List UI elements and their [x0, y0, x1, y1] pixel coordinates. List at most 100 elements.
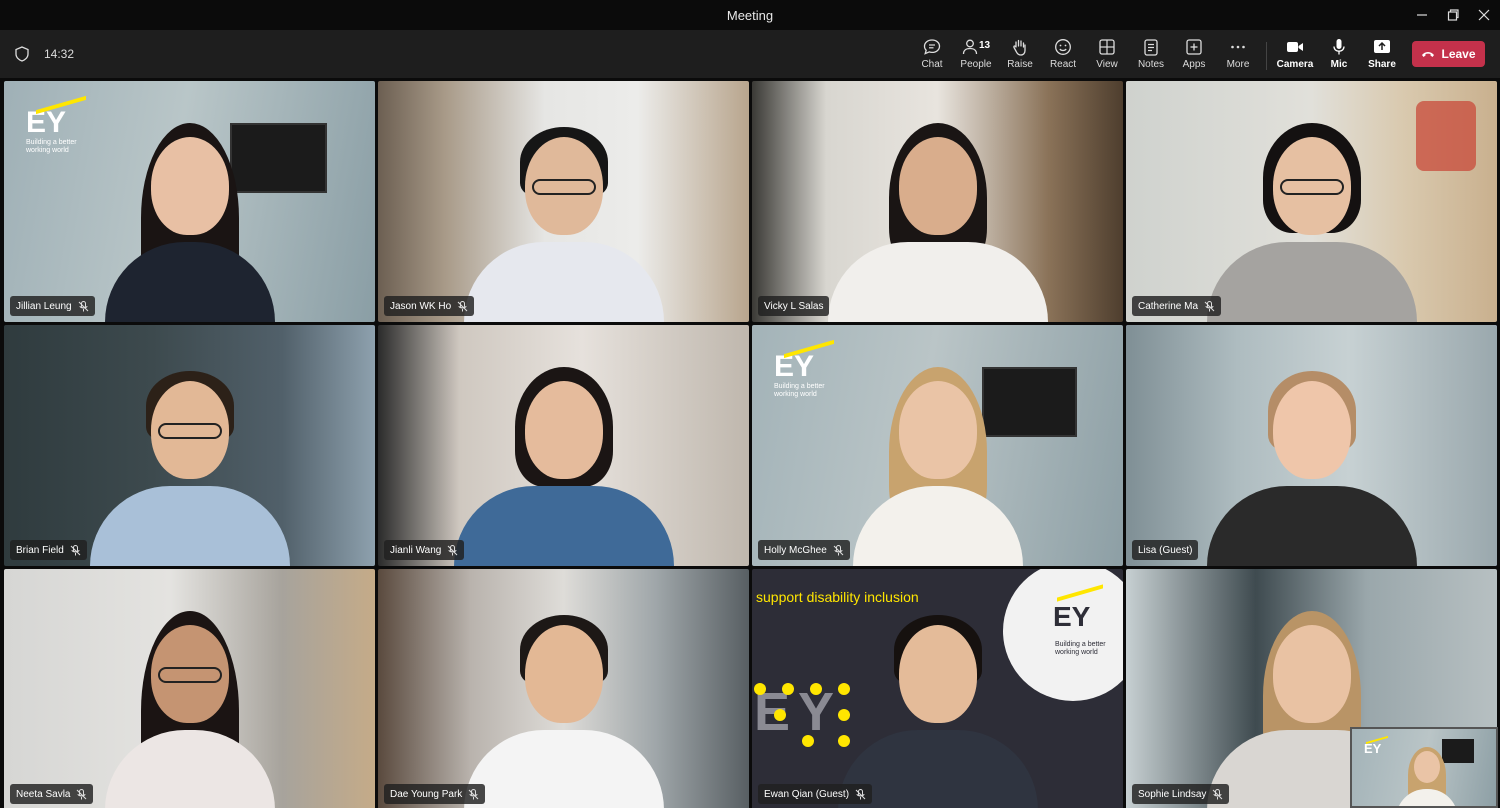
participant-video	[852, 341, 1023, 566]
participant-body	[453, 486, 674, 566]
mic-off-icon	[833, 544, 844, 555]
react-button[interactable]: React	[1041, 38, 1085, 74]
yellow-dot	[838, 709, 850, 721]
video-tile[interactable]: Vicky L Salas	[752, 81, 1123, 322]
video-tile[interactable]: Dae Young Park	[378, 569, 749, 808]
participant-name: Catherine Ma	[1138, 300, 1199, 312]
more-button[interactable]: More	[1216, 38, 1260, 74]
title-bar: Meeting	[0, 0, 1500, 30]
video-tile[interactable]: Jianli Wang	[378, 325, 749, 566]
wall-art	[1416, 101, 1476, 171]
video-tile[interactable]: Brian Field	[4, 325, 375, 566]
participant-body	[463, 730, 664, 808]
ellipsis-icon	[1231, 45, 1245, 49]
chat-icon	[923, 39, 941, 55]
participant-video	[463, 585, 664, 808]
ey-tagline: Building a better working world	[774, 383, 825, 398]
people-button[interactable]: 13 People	[954, 38, 998, 74]
mic-off-icon	[855, 788, 866, 799]
close-icon	[1478, 9, 1490, 21]
participant-video	[1206, 341, 1417, 566]
minimize-icon	[1417, 14, 1427, 16]
mic-label: Mic	[1330, 59, 1348, 70]
video-tile-active-speaker[interactable]: Lisa (Guest)	[1126, 325, 1497, 566]
video-tile[interactable]: Catherine Ma	[1126, 81, 1497, 322]
ey-logo: EY Building a better working world	[26, 95, 88, 155]
participant-name-tag: Jillian Leung	[10, 296, 95, 316]
react-label: React	[1049, 59, 1077, 70]
share-button[interactable]: Share	[1360, 38, 1404, 74]
people-count: 13	[979, 40, 991, 51]
mic-off-icon	[77, 788, 87, 799]
glasses	[1279, 179, 1344, 195]
mic-off-icon	[457, 300, 468, 311]
participant-name: Sophie Lindsay	[1138, 788, 1207, 800]
glasses	[157, 667, 222, 683]
participant-head	[898, 625, 977, 723]
yellow-dot	[838, 683, 850, 695]
apps-label: Apps	[1182, 59, 1206, 70]
leave-button[interactable]: Leave	[1412, 41, 1485, 67]
maximize-button[interactable]	[1437, 0, 1469, 30]
yellow-dot	[810, 683, 822, 695]
mic-off-icon	[1204, 300, 1215, 311]
participant-body	[1206, 486, 1417, 566]
video-tile[interactable]: Neeta Savla	[4, 569, 375, 808]
video-tile[interactable]: support disability inclusion EY EY Build…	[752, 569, 1123, 808]
people-icon	[962, 39, 978, 55]
participant-name-tag: Catherine Ma	[1132, 296, 1222, 316]
apps-button[interactable]: Apps	[1172, 38, 1216, 74]
participant-name-tag: Vicky L Salas	[758, 296, 830, 316]
video-tile[interactable]: EY Building a better working world Jilli…	[4, 81, 375, 322]
camera-button[interactable]: Camera	[1273, 38, 1317, 74]
participant-name-tag: Dae Young Park	[384, 784, 486, 804]
plus-square-icon	[1186, 39, 1202, 55]
ey-tagline: Building a better working world	[26, 139, 77, 154]
ey-logo: EY Building a better working world	[774, 339, 836, 399]
toolbar-divider	[1266, 42, 1267, 70]
participant-head	[898, 381, 977, 479]
participant-head	[150, 137, 229, 235]
participant-name: Ewan Qian (Guest)	[764, 788, 850, 800]
yellow-dot	[782, 683, 794, 695]
participant-name-tag: Jason WK Ho	[384, 296, 475, 316]
participant-name: Holly McGhee	[764, 544, 827, 556]
notes-label: Notes	[1137, 59, 1165, 70]
wall-picture	[1442, 739, 1474, 763]
participant-video	[104, 585, 275, 808]
yellow-dot	[774, 709, 786, 721]
leave-label: Leave	[1441, 47, 1476, 61]
glasses	[531, 179, 596, 195]
participant-head	[898, 137, 977, 235]
mic-button[interactable]: Mic	[1317, 38, 1361, 74]
restore-icon	[1447, 9, 1459, 21]
minimize-button[interactable]	[1406, 0, 1438, 30]
shield-icon	[15, 46, 29, 62]
view-button[interactable]: View	[1085, 38, 1129, 74]
share-icon	[1374, 40, 1390, 53]
notes-button[interactable]: Notes	[1129, 38, 1173, 74]
participant-video	[463, 97, 664, 322]
video-tile[interactable]: Jason WK Ho	[378, 81, 749, 322]
notes-icon	[1144, 39, 1158, 56]
participant-head	[524, 381, 603, 479]
raise-hand-button[interactable]: Raise	[998, 38, 1042, 74]
video-tile[interactable]: EY Building a better working world Holly…	[752, 325, 1123, 566]
participant-body	[89, 486, 290, 566]
ey-tagline: Building a better working world	[1055, 641, 1106, 656]
view-label: View	[1096, 59, 1118, 70]
camera-label: Camera	[1276, 59, 1314, 70]
participant-video	[827, 97, 1048, 322]
self-view-video[interactable]: EY	[1350, 727, 1498, 808]
grid-icon	[1099, 39, 1115, 55]
participant-video	[453, 341, 674, 566]
yellow-dot	[838, 735, 850, 747]
participant-name-tag: Holly McGhee	[758, 540, 850, 560]
chat-button[interactable]: Chat	[910, 38, 954, 74]
participant-name: Jason WK Ho	[390, 300, 452, 312]
hand-icon	[1013, 39, 1026, 56]
chat-label: Chat	[921, 59, 943, 70]
participant-name-tag: Neeta Savla	[10, 784, 94, 804]
share-label: Share	[1368, 59, 1396, 70]
close-button[interactable]	[1468, 0, 1500, 30]
